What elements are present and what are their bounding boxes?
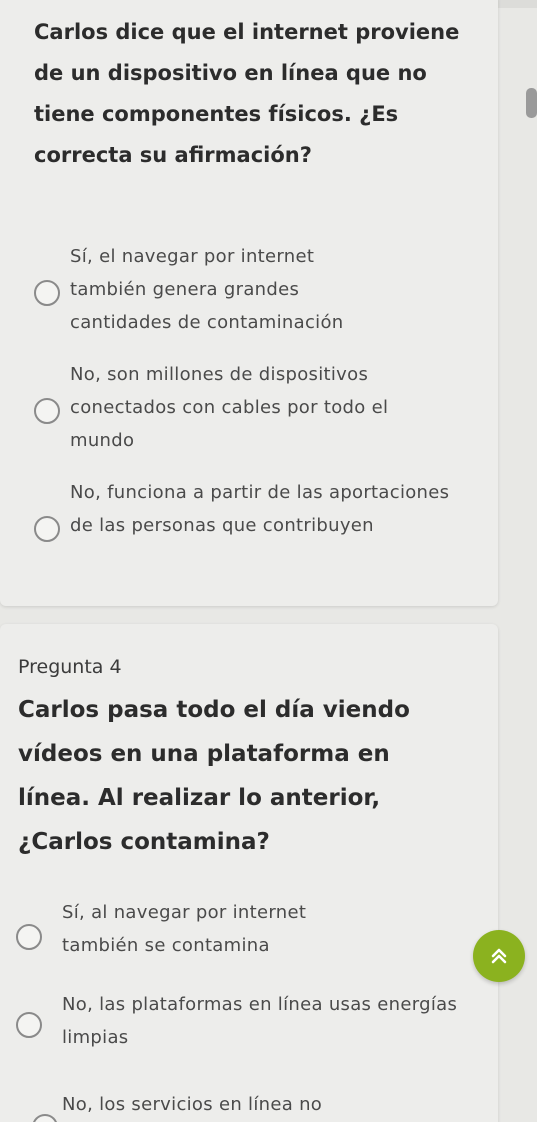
answer-option[interactable]: Sí, al navegar por internet también se c…: [0, 896, 498, 976]
answer-option-label: Sí, al navegar por internet también se c…: [62, 902, 307, 956]
answer-option[interactable]: No, las plataformas en línea usas energí…: [0, 986, 498, 1066]
answer-option-label: No, las plataformas en línea usas energí…: [62, 994, 458, 1048]
question-text: Carlos dice que el internet proviene de …: [34, 20, 460, 167]
scroll-to-top-button[interactable]: [473, 930, 525, 982]
quiz-page: Carlos dice que el internet proviene de …: [0, 0, 537, 1122]
radio-button[interactable]: [34, 398, 60, 424]
answer-option[interactable]: No, son millones de dispositivos conecta…: [0, 354, 498, 464]
question-number: Pregunta 4: [18, 656, 122, 678]
radio-button[interactable]: [34, 280, 60, 306]
answer-option-label: Sí, el navegar por internet también gene…: [70, 246, 344, 333]
answer-option[interactable]: No, los servicios en línea no: [0, 1088, 498, 1122]
answer-option[interactable]: Sí, el navegar por internet también gene…: [0, 236, 498, 346]
answer-option-label: No, funciona a partir de las aportacione…: [70, 482, 450, 536]
scrollbar-thumb[interactable]: [526, 88, 537, 118]
radio-button[interactable]: [16, 924, 42, 950]
answer-option-label: No, son millones de dispositivos conecta…: [70, 364, 389, 451]
answer-option-label: No, los servicios en línea no: [62, 1094, 323, 1115]
question-text: Carlos pasa todo el día viendo vídeos en…: [18, 697, 410, 855]
radio-button[interactable]: [32, 1114, 58, 1122]
double-chevron-up-icon: [491, 948, 507, 964]
radio-button[interactable]: [34, 516, 60, 542]
answer-option[interactable]: No, funciona a partir de las aportacione…: [0, 472, 498, 582]
radio-button[interactable]: [16, 1012, 42, 1038]
